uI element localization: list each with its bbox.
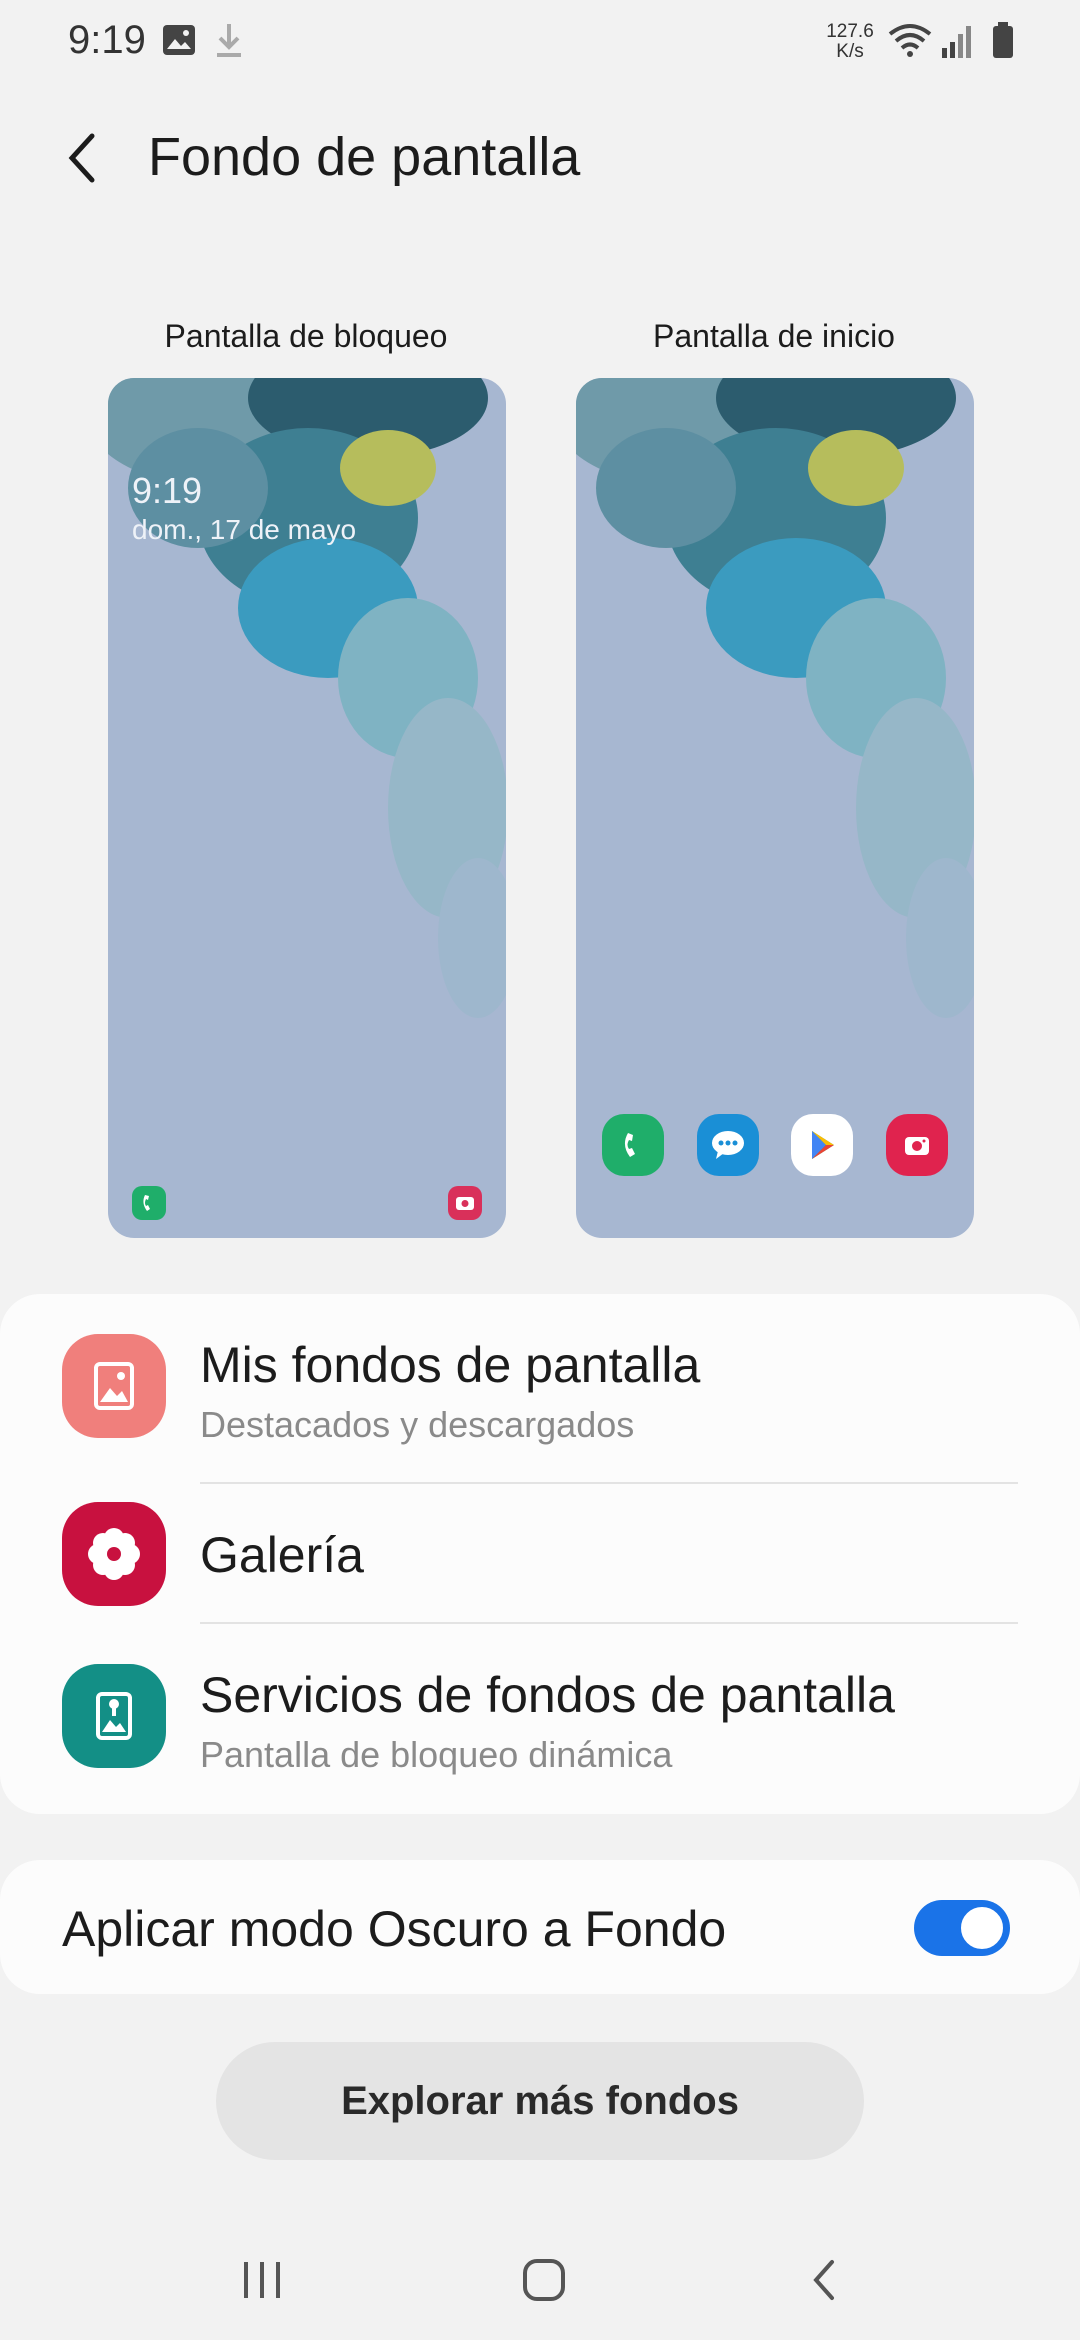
menu-item-title: Galería <box>200 1527 364 1583</box>
status-bar: 9:19 127.6 K/s <box>0 0 1080 84</box>
wallpaper-options-card: Mis fondos de pantalla Destacados y desc… <box>0 1294 1080 1814</box>
menu-item-gallery[interactable]: Galería <box>0 1484 1080 1624</box>
phone-icon <box>602 1114 664 1176</box>
camera-icon <box>885 1114 948 1176</box>
wallpaper-flowers-image <box>576 378 974 1018</box>
gallery-icon <box>163 25 195 55</box>
menu-item-subtitle: Pantalla de bloqueo dinámica <box>200 1734 673 1775</box>
lock-screen-time: 9:19 <box>132 470 203 511</box>
phone-icon <box>132 1186 166 1220</box>
play-store-icon <box>791 1114 854 1176</box>
gallery-flower-icon <box>62 1502 166 1606</box>
lock-screen-label: Pantalla de bloqueo <box>164 318 448 354</box>
lock-screen-date: dom., 17 de mayo <box>132 514 357 545</box>
network-speed-unit: K/s <box>836 41 864 62</box>
status-time: 9:19 <box>68 18 146 62</box>
recents-icon[interactable] <box>222 2240 302 2320</box>
dark-mode-card: Aplicar modo Oscuro a Fondo <box>0 1860 1080 1994</box>
home-dock <box>602 1114 948 1176</box>
dark-mode-toggle[interactable] <box>914 1900 1010 1956</box>
network-speed: 127.6 K/s <box>820 22 880 62</box>
signal-icon <box>942 26 971 58</box>
messages-icon <box>696 1114 759 1176</box>
camera-icon <box>448 1186 482 1220</box>
wallpaper-services-icon <box>62 1664 166 1768</box>
back-arrow-icon[interactable] <box>58 128 108 188</box>
page-title: Fondo de pantalla <box>148 127 581 187</box>
menu-item-wallpaper-services[interactable]: Servicios de fondos de pantalla Pantalla… <box>0 1624 1080 1814</box>
back-icon[interactable] <box>786 2240 866 2320</box>
menu-item-subtitle: Destacados y descargados <box>200 1404 635 1445</box>
home-screen-label: Pantalla de inicio <box>653 318 895 354</box>
lock-screen-preview[interactable]: 9:19 dom., 17 de mayo <box>108 378 506 1238</box>
network-speed-value: 127.6 <box>826 21 874 42</box>
wifi-icon <box>888 24 932 57</box>
download-icon <box>217 24 241 57</box>
explore-more-button[interactable]: Explorar más fondos <box>216 2042 864 2160</box>
home-screen-preview[interactable] <box>576 378 974 1238</box>
dark-mode-label: Aplicar modo Oscuro a Fondo <box>62 1901 727 1957</box>
menu-item-title: Mis fondos de pantalla <box>200 1337 701 1393</box>
my-wallpapers-icon <box>62 1334 166 1438</box>
menu-item-title: Servicios de fondos de pantalla <box>200 1667 895 1723</box>
home-icon[interactable] <box>504 2240 584 2320</box>
battery-icon <box>993 22 1013 58</box>
menu-item-my-wallpapers[interactable]: Mis fondos de pantalla Destacados y desc… <box>0 1294 1080 1484</box>
toggle-knob <box>958 1904 1006 1952</box>
